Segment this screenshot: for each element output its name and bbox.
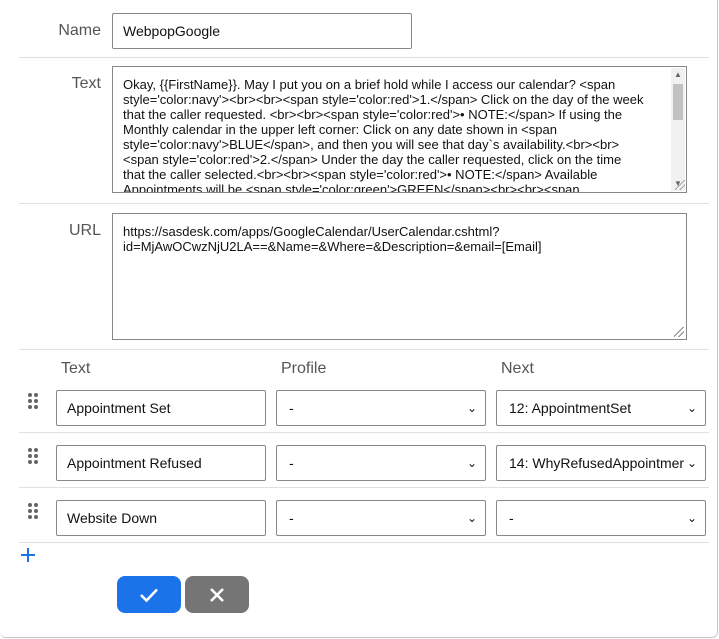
divider xyxy=(19,349,709,350)
edit-panel: Name WebpopGoogle Text Okay, {{FirstName… xyxy=(0,0,718,638)
profile-select-value: - xyxy=(289,455,294,471)
url-textarea[interactable]: https://sasdesk.com/apps/GoogleCalendar/… xyxy=(112,213,687,340)
response-text-input[interactable]: Website Down xyxy=(56,500,266,536)
profile-select[interactable]: - ⌄ xyxy=(276,390,486,426)
scroll-up-icon[interactable]: ▲ xyxy=(671,68,685,82)
drag-handle-icon[interactable] xyxy=(28,503,40,521)
next-select-value: - xyxy=(509,510,514,526)
next-select[interactable]: 14: WhyRefusedAppointmer ⌄ xyxy=(496,445,706,481)
text-line: Appointments will be <span style='color:… xyxy=(123,182,580,193)
col-header-next: Next xyxy=(501,360,534,377)
text-line: style='color:navy'>BLUE</span>, and then… xyxy=(123,137,620,152)
text-line: Monthly calendar in the upper left corne… xyxy=(123,122,557,137)
plus-icon xyxy=(21,548,35,562)
name-label: Name xyxy=(58,22,101,39)
cancel-button[interactable] xyxy=(185,576,249,613)
profile-select-value: - xyxy=(289,510,294,526)
chevron-down-icon: ⌄ xyxy=(686,401,697,415)
divider xyxy=(19,487,709,488)
next-select[interactable]: - ⌄ xyxy=(496,500,706,536)
text-line: that the caller requested. <br><br><span… xyxy=(123,107,623,122)
text-line: Okay, {{FirstName}}. May I put you on a … xyxy=(123,77,616,92)
add-response-button[interactable] xyxy=(20,544,36,568)
next-select-value: 14: WhyRefusedAppointmer xyxy=(509,455,685,471)
next-select[interactable]: 12: AppointmentSet ⌄ xyxy=(496,390,706,426)
resize-handle-icon[interactable] xyxy=(675,180,685,190)
col-header-text: Text xyxy=(61,360,91,377)
drag-handle-icon[interactable] xyxy=(28,393,40,411)
url-line: https://sasdesk.com/apps/GoogleCalendar/… xyxy=(123,224,500,239)
text-line: style='color:navy'><br><br><span style='… xyxy=(123,92,644,107)
next-select-value: 12: AppointmentSet xyxy=(509,400,632,416)
text-scrollbar[interactable]: ▲ ▼ xyxy=(671,68,685,191)
drag-handle-icon[interactable] xyxy=(28,448,40,466)
text-textarea[interactable]: Okay, {{FirstName}}. May I put you on a … xyxy=(112,66,687,193)
divider xyxy=(19,57,709,58)
name-field[interactable]: WebpopGoogle xyxy=(112,13,412,49)
profile-select[interactable]: - ⌄ xyxy=(276,500,486,536)
url-line: id=MjAwOCwzNjU2LA==&Name=&Where=&Descrip… xyxy=(123,239,542,254)
scroll-thumb[interactable] xyxy=(673,84,683,120)
save-button[interactable] xyxy=(117,576,181,613)
divider xyxy=(19,542,709,543)
url-label: URL xyxy=(68,222,101,239)
text-line: <span style='color:red'>2.</span> Under … xyxy=(123,152,622,167)
profile-select[interactable]: - ⌄ xyxy=(276,445,486,481)
col-header-profile: Profile xyxy=(281,360,327,377)
close-icon xyxy=(210,587,224,602)
chevron-down-icon: ⌄ xyxy=(686,456,697,470)
text-label: Text xyxy=(71,75,101,92)
chevron-down-icon: ⌄ xyxy=(466,511,477,525)
chevron-down-icon: ⌄ xyxy=(466,401,477,415)
text-line: that the caller selected.<br><br><span s… xyxy=(123,167,598,182)
response-text-input[interactable]: Appointment Refused xyxy=(56,445,266,481)
response-text-input[interactable]: Appointment Set xyxy=(56,390,266,426)
resize-handle-icon[interactable] xyxy=(674,327,684,337)
divider xyxy=(19,432,709,433)
check-icon xyxy=(140,588,158,602)
divider xyxy=(19,203,709,204)
profile-select-value: - xyxy=(289,400,294,416)
chevron-down-icon: ⌄ xyxy=(686,511,697,525)
chevron-down-icon: ⌄ xyxy=(466,456,477,470)
